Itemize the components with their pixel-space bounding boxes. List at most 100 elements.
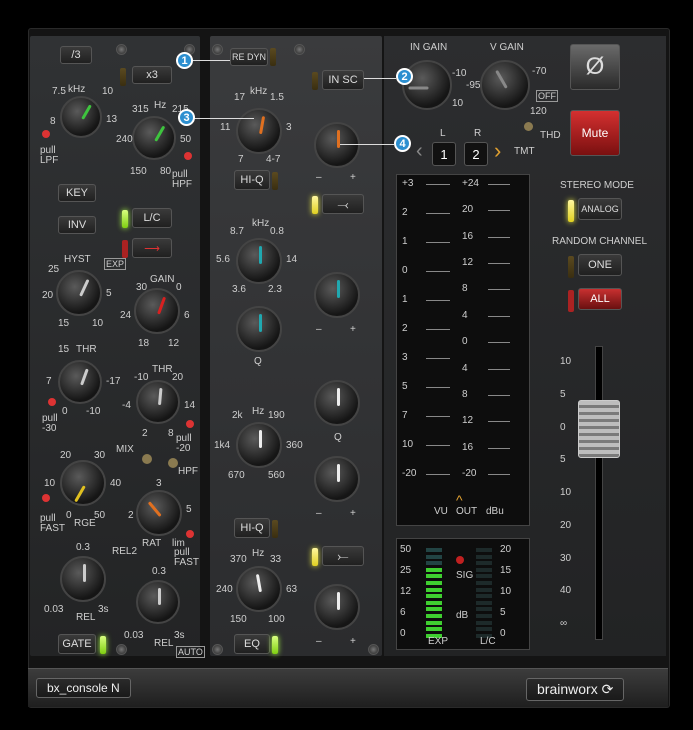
fader-scale-tick: 5 — [560, 388, 566, 400]
output-fader-cap[interactable] — [578, 400, 620, 458]
band3-q-knob[interactable] — [314, 380, 360, 426]
range-knob[interactable] — [60, 460, 106, 506]
thr1-knob[interactable] — [58, 360, 102, 404]
band2-gain-knob[interactable] — [314, 272, 360, 318]
band3-tick: 670 — [228, 470, 245, 481]
lc-meter-segment — [476, 561, 492, 566]
gain-knob[interactable] — [134, 288, 180, 334]
rel2-knob-label: REL — [154, 638, 174, 649]
band2-tick: 0.8 — [270, 226, 284, 237]
band1-minus: – — [316, 172, 322, 183]
rge-tick: 10 — [44, 478, 56, 489]
rat-tick: 5 — [186, 504, 192, 515]
in-sc-button[interactable]: IN SC — [322, 70, 364, 90]
rel2-knob[interactable] — [136, 580, 180, 624]
lpf-knob[interactable] — [60, 96, 102, 138]
band2-minus: – — [316, 324, 322, 335]
band1-freq-knob[interactable] — [236, 108, 282, 154]
band4-gain-knob[interactable] — [314, 584, 360, 630]
all-label: ALL — [590, 293, 610, 305]
gate-button[interactable]: GATE — [58, 634, 96, 654]
mute-label: Mute — [581, 126, 609, 140]
x3-led — [120, 68, 126, 86]
hiq2-label: HI-Q — [240, 522, 264, 534]
random-one-button[interactable]: ONE — [578, 254, 622, 276]
dbu-scale-tick: 8 — [462, 388, 468, 400]
rel1-tick: 3s — [98, 604, 109, 615]
v-gain-tick: 120 — [530, 106, 547, 117]
screw — [212, 44, 223, 55]
thr1-tick: 7 — [46, 376, 52, 387]
channel-1-button[interactable]: 1 — [432, 142, 456, 166]
hpf-knob[interactable] — [132, 116, 176, 160]
band3-freq-knob[interactable] — [236, 422, 282, 468]
hi-q-button-2[interactable]: HI-Q — [234, 518, 270, 538]
v-gain-knob[interactable] — [480, 60, 530, 110]
vu-tick-line — [426, 213, 450, 214]
divide-3-button[interactable]: /3 — [60, 46, 92, 64]
hi-q-button-1[interactable]: HI-Q — [234, 170, 270, 190]
in-gain-label: IN GAIN — [410, 42, 448, 53]
left-channel-label: L — [440, 128, 446, 139]
analog-button[interactable]: ANALOG — [578, 198, 622, 220]
random-all-button[interactable]: ALL — [578, 288, 622, 310]
inv-button[interactable]: INV — [58, 216, 96, 234]
re-dyn-label: RE DYN — [231, 52, 266, 62]
band2-tick: 14 — [286, 254, 298, 265]
mix-switch[interactable] — [142, 454, 152, 464]
chevron-left-icon[interactable]: ‹ — [416, 140, 423, 163]
link-button[interactable]: ⟶ — [132, 238, 172, 258]
thr2-knob[interactable] — [136, 380, 180, 424]
lc-meter-segment — [476, 587, 492, 592]
mute-button[interactable]: Mute — [570, 110, 620, 156]
band3-tick: 1k4 — [214, 440, 231, 451]
band2-q-knob[interactable] — [236, 306, 282, 352]
dbu-scale-tick: 20 — [462, 204, 474, 216]
tmt-label: TMT — [514, 146, 535, 157]
bell-shelf-button-2[interactable]: ⤚ — [322, 546, 364, 566]
vu-tick-line — [426, 358, 450, 359]
hyst-knob[interactable] — [56, 270, 102, 316]
eq-button[interactable]: EQ — [234, 634, 270, 654]
exp-meter-segment — [426, 548, 442, 552]
vu-scale-tick: 10 — [402, 439, 414, 450]
channel-2-button[interactable]: 2 — [464, 142, 488, 166]
band4-minus: – — [316, 636, 322, 647]
bell2-led — [312, 548, 318, 566]
re-dyn-button[interactable]: RE DYN — [230, 48, 268, 66]
rel2-tick: 3s — [174, 630, 185, 641]
band3-gain-knob[interactable] — [314, 456, 360, 502]
lc-led — [122, 210, 128, 228]
band1-gain-knob[interactable] — [314, 122, 360, 168]
dbu-label: dBu — [486, 506, 504, 517]
vu-scale-tick: 7 — [402, 410, 408, 421]
lc-meter-segment — [476, 548, 492, 552]
in-gain-knob[interactable] — [402, 60, 452, 110]
bell-shelf-button-1[interactable]: ⤙ — [322, 194, 364, 214]
q2-label: Q — [334, 432, 342, 443]
rel1-knob[interactable] — [60, 556, 106, 602]
in-gain-tick: 10 — [452, 98, 464, 109]
ratio-knob[interactable] — [136, 490, 182, 536]
tmt-switch[interactable] — [524, 122, 533, 131]
lc-button[interactable]: L/C — [132, 208, 172, 228]
screw — [116, 644, 127, 655]
hyst-tick: 10 — [92, 318, 104, 329]
chevron-right-icon[interactable]: › — [494, 138, 501, 164]
lc-meter-segment — [476, 594, 492, 599]
x3-button[interactable]: x3 — [132, 66, 172, 84]
screw — [212, 644, 223, 655]
hpf-switch[interactable] — [168, 458, 178, 468]
key-button[interactable]: KEY — [58, 184, 96, 202]
lc-meter-segment — [476, 567, 492, 572]
phase-invert-button[interactable]: Ø — [570, 44, 620, 90]
x3-label: x3 — [146, 69, 158, 81]
band3-minus: – — [316, 508, 322, 519]
band4-freq-knob[interactable] — [236, 566, 282, 612]
lc-meter-segment — [476, 581, 492, 585]
lpf-tick: 10 — [102, 86, 114, 97]
fader-scale-tick: 0 — [560, 421, 566, 433]
thr1-tick: -10 — [86, 406, 101, 417]
band2-freq-knob[interactable] — [236, 238, 282, 284]
ch1-label: 1 — [440, 146, 448, 162]
